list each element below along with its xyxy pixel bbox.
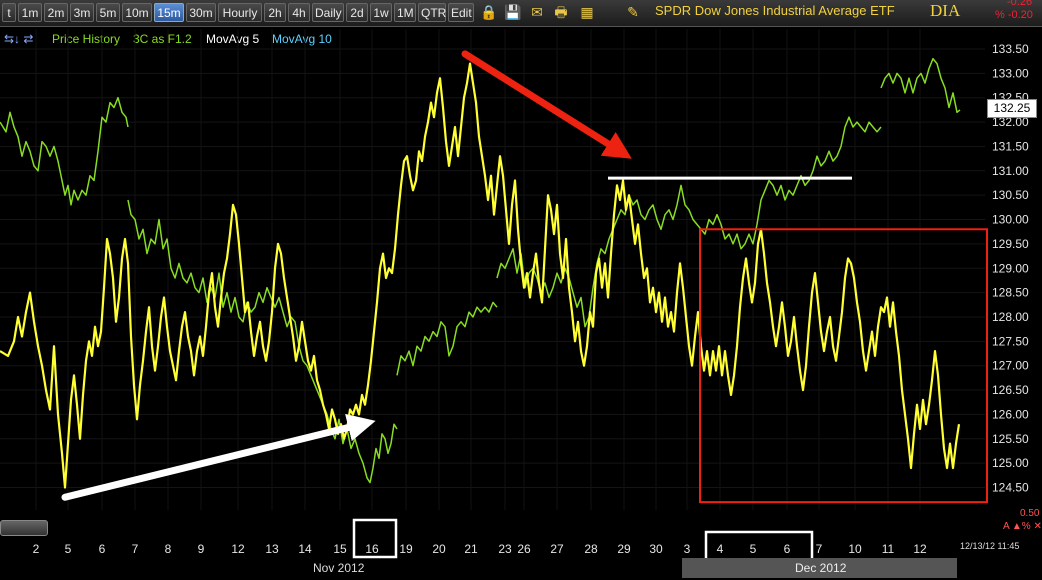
x-tick-label: 12	[231, 542, 245, 556]
x-tick-label: 9	[198, 542, 205, 556]
x-tick-label: 4	[717, 542, 724, 556]
y-tick-label: 125.00	[992, 456, 1029, 470]
y-tick-label: 128.50	[992, 286, 1029, 300]
x-tick-label: 5	[750, 542, 757, 556]
red-arrow	[461, 50, 632, 159]
y-tick-label: 127.50	[992, 334, 1029, 348]
chart-canvas: 133.50133.00132.50132.00131.50131.00130.…	[0, 29, 1029, 562]
datetime-stamp: 12/13/12 11:45	[960, 541, 1020, 551]
y-tick-label: 126.00	[992, 407, 1029, 421]
y-tick-label: 131.50	[992, 139, 1029, 153]
y-tick-label: 125.50	[992, 432, 1029, 446]
y-tick-label: 126.50	[992, 383, 1029, 397]
x-tick-label: 16	[365, 542, 379, 556]
x-tick-label: 13	[265, 542, 279, 556]
x-tick-label: 8	[165, 542, 172, 556]
x-tick-label: 11	[882, 542, 895, 556]
x-tick-label: 5	[65, 542, 72, 556]
x-tick-label: 10	[848, 542, 862, 556]
x-tick-label: 12	[913, 542, 927, 556]
y-tick-label: 131.00	[992, 164, 1029, 178]
y-tick-label: 127.00	[992, 359, 1029, 373]
x-tick-label: 6	[99, 542, 106, 556]
x-tick-label: 30	[649, 542, 663, 556]
y-tick-label: 129.00	[992, 261, 1029, 275]
y-tick-label: 124.50	[992, 481, 1029, 495]
x-tick-label: 19	[399, 542, 413, 556]
y-tick-label: 128.00	[992, 310, 1029, 324]
y-tick-label: 133.50	[992, 42, 1029, 56]
x-tick-label: 27	[550, 542, 564, 556]
x-tick-label: 20	[432, 542, 446, 556]
y-tick-label: 133.00	[992, 66, 1029, 80]
x-tick-label: 28	[584, 542, 598, 556]
x-tick-label: 23	[498, 542, 512, 556]
x-tick-label: 7	[816, 542, 823, 556]
x-tick-label: 7	[132, 542, 139, 556]
x-tick-label: 2	[33, 542, 40, 556]
month-label-dec: Dec 2012	[795, 561, 847, 575]
y-tick-label: 130.50	[992, 188, 1029, 202]
x-tick-label: 14	[298, 542, 312, 556]
volume-scale-label: 0.50	[1020, 508, 1040, 519]
white-arrow	[61, 413, 376, 501]
indicator-3c-line	[0, 62, 961, 489]
x-tick-label: 29	[617, 542, 631, 556]
last-price-label: 132.25	[987, 99, 1037, 118]
x-tick-label: 15	[333, 542, 347, 556]
y-tick-label: 129.50	[992, 237, 1029, 251]
scroll-handle[interactable]	[0, 520, 48, 536]
x-tick-label: 3	[684, 542, 691, 556]
x-tick-label: 6	[784, 542, 791, 556]
month-label-nov: Nov 2012	[313, 561, 365, 575]
x-tick-label: 26	[517, 542, 531, 556]
x-tick-label: 21	[464, 542, 478, 556]
y-tick-label: 130.00	[992, 213, 1029, 227]
alert-icons[interactable]: A ▲% ✕	[1003, 521, 1042, 532]
